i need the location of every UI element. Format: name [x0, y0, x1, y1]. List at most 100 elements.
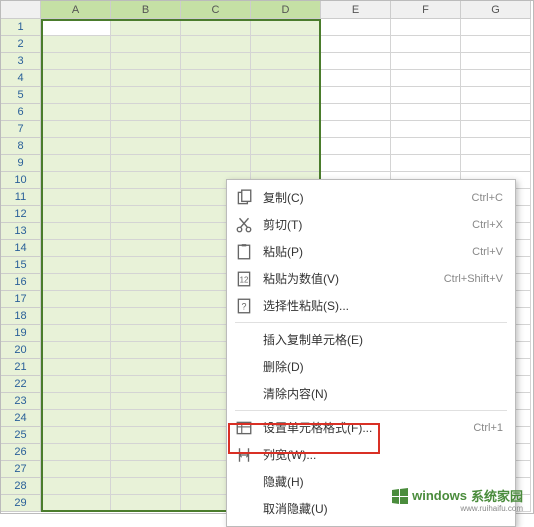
column-header-G[interactable]: G: [461, 1, 531, 19]
row-header-26[interactable]: 26: [1, 444, 41, 461]
cell[interactable]: [111, 104, 181, 121]
column-header-A[interactable]: A: [41, 1, 111, 19]
menu-item[interactable]: 12粘贴为数值(V)Ctrl+Shift+V: [227, 265, 515, 292]
row-header-1[interactable]: 1: [1, 19, 41, 36]
row-header-7[interactable]: 7: [1, 121, 41, 138]
cell[interactable]: [41, 53, 111, 70]
cell[interactable]: [41, 189, 111, 206]
cell[interactable]: [321, 36, 391, 53]
cell[interactable]: [461, 53, 531, 70]
cell[interactable]: [111, 410, 181, 427]
row-header-12[interactable]: 12: [1, 206, 41, 223]
row-header-20[interactable]: 20: [1, 342, 41, 359]
row-header-2[interactable]: 2: [1, 36, 41, 53]
cell[interactable]: [111, 223, 181, 240]
cell[interactable]: [111, 240, 181, 257]
cell[interactable]: [391, 121, 461, 138]
column-header-C[interactable]: C: [181, 1, 251, 19]
cell[interactable]: [111, 376, 181, 393]
cell[interactable]: [391, 36, 461, 53]
row-header-25[interactable]: 25: [1, 427, 41, 444]
cell[interactable]: [391, 155, 461, 172]
row-header-27[interactable]: 27: [1, 461, 41, 478]
cell[interactable]: [41, 257, 111, 274]
cell[interactable]: [41, 138, 111, 155]
column-header-F[interactable]: F: [391, 1, 461, 19]
cell[interactable]: [111, 121, 181, 138]
cell[interactable]: [461, 36, 531, 53]
cell[interactable]: [321, 138, 391, 155]
cell[interactable]: [461, 104, 531, 121]
row-header-8[interactable]: 8: [1, 138, 41, 155]
cell[interactable]: [181, 36, 251, 53]
cell[interactable]: [41, 223, 111, 240]
cell[interactable]: [251, 87, 321, 104]
cell[interactable]: [321, 155, 391, 172]
cell[interactable]: [461, 70, 531, 87]
row-header-5[interactable]: 5: [1, 87, 41, 104]
row-header-29[interactable]: 29: [1, 495, 41, 512]
cell[interactable]: [321, 104, 391, 121]
cell[interactable]: [41, 274, 111, 291]
cell[interactable]: [391, 104, 461, 121]
cell[interactable]: [391, 138, 461, 155]
cell[interactable]: [251, 36, 321, 53]
menu-item[interactable]: 清除内容(N): [227, 380, 515, 407]
cell[interactable]: [181, 87, 251, 104]
cell[interactable]: [251, 155, 321, 172]
cell[interactable]: [111, 478, 181, 495]
row-header-10[interactable]: 10: [1, 172, 41, 189]
cell[interactable]: [181, 53, 251, 70]
cell[interactable]: [321, 70, 391, 87]
cell[interactable]: [41, 36, 111, 53]
column-header-E[interactable]: E: [321, 1, 391, 19]
cell[interactable]: [41, 240, 111, 257]
cell[interactable]: [41, 359, 111, 376]
cell[interactable]: [181, 155, 251, 172]
cell[interactable]: [41, 427, 111, 444]
row-header-15[interactable]: 15: [1, 257, 41, 274]
cell[interactable]: [41, 155, 111, 172]
cell[interactable]: [111, 172, 181, 189]
cell[interactable]: [41, 121, 111, 138]
cell[interactable]: [111, 87, 181, 104]
cell[interactable]: [111, 393, 181, 410]
cell[interactable]: [111, 70, 181, 87]
select-all-corner[interactable]: [1, 1, 41, 19]
cell[interactable]: [41, 291, 111, 308]
cell[interactable]: [41, 444, 111, 461]
menu-item[interactable]: 粘贴(P)Ctrl+V: [227, 238, 515, 265]
menu-item[interactable]: 插入复制单元格(E): [227, 326, 515, 353]
cell[interactable]: [321, 19, 391, 36]
cell[interactable]: [111, 342, 181, 359]
cell[interactable]: [41, 342, 111, 359]
cell[interactable]: [111, 291, 181, 308]
cell[interactable]: [111, 308, 181, 325]
cell[interactable]: [41, 376, 111, 393]
cell[interactable]: [111, 444, 181, 461]
cell[interactable]: [41, 19, 111, 36]
cell[interactable]: [41, 308, 111, 325]
cell[interactable]: [391, 87, 461, 104]
cell[interactable]: [111, 461, 181, 478]
cell[interactable]: [321, 121, 391, 138]
cell[interactable]: [391, 19, 461, 36]
cell[interactable]: [181, 70, 251, 87]
cell[interactable]: [111, 19, 181, 36]
menu-item[interactable]: 复制(C)Ctrl+C: [227, 184, 515, 211]
row-header-28[interactable]: 28: [1, 478, 41, 495]
cell[interactable]: [111, 138, 181, 155]
cell[interactable]: [111, 189, 181, 206]
cell[interactable]: [41, 410, 111, 427]
cell[interactable]: [41, 393, 111, 410]
cell[interactable]: [41, 325, 111, 342]
cell[interactable]: [111, 53, 181, 70]
cell[interactable]: [111, 359, 181, 376]
cell[interactable]: [461, 87, 531, 104]
column-header-B[interactable]: B: [111, 1, 181, 19]
menu-item[interactable]: 列宽(W)...: [227, 441, 515, 468]
row-header-23[interactable]: 23: [1, 393, 41, 410]
cell[interactable]: [41, 104, 111, 121]
row-header-16[interactable]: 16: [1, 274, 41, 291]
row-header-9[interactable]: 9: [1, 155, 41, 172]
